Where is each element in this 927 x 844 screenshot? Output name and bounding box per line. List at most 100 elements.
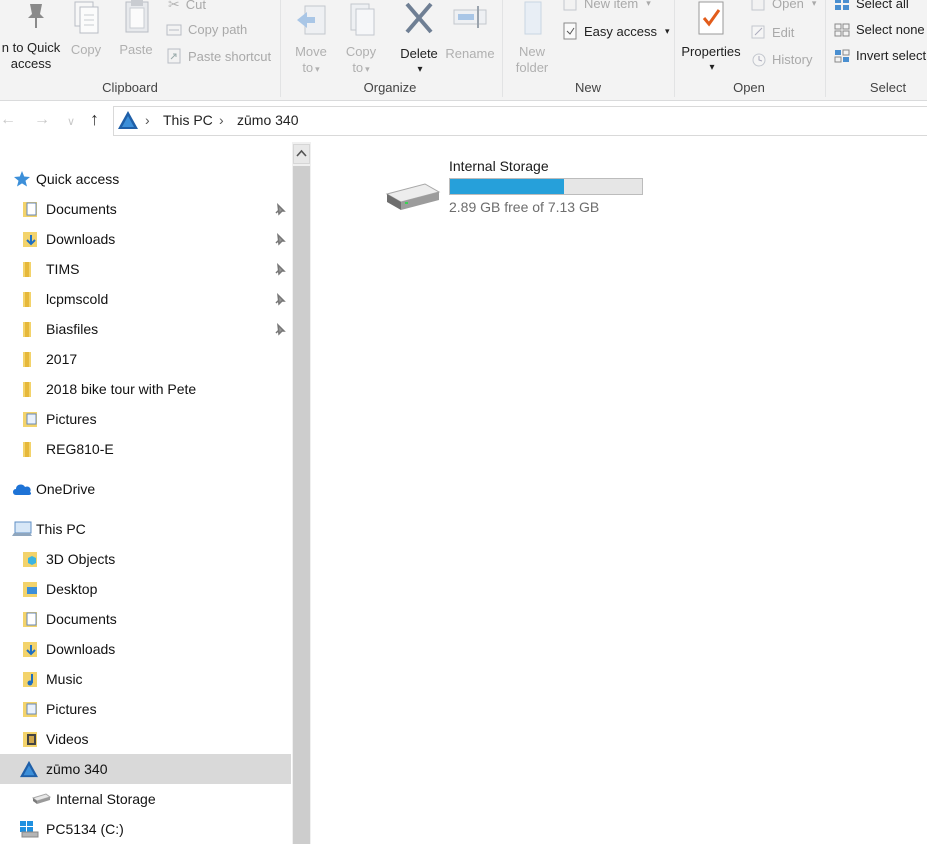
open-button[interactable]: Open ▾: [750, 0, 816, 11]
nav-label: Downloads: [46, 641, 116, 657]
pinned-icon[interactable]: [273, 262, 287, 276]
select-none-button[interactable]: Select none: [834, 22, 925, 37]
scroll-up-button[interactable]: [293, 144, 310, 164]
nav-videos[interactable]: Videos: [0, 724, 291, 754]
drive-tile-internal-storage[interactable]: Internal Storage 2.89 GB free of 7.13 GB: [383, 156, 683, 216]
pictures-folder-icon: [23, 412, 37, 427]
nav-music[interactable]: Music: [0, 664, 291, 694]
select-all-button[interactable]: Select all: [834, 0, 909, 11]
breadcrumb-device[interactable]: zūmo 340: [237, 112, 298, 128]
delete-button[interactable]: Delete ▾: [396, 0, 442, 78]
history-button[interactable]: History: [750, 51, 812, 67]
music-folder-icon: [23, 672, 37, 687]
nav-quick-lcpmscold[interactable]: lcpmscold: [0, 284, 291, 314]
new-item-icon: [563, 0, 577, 10]
copy-to-label-1: Copy: [345, 44, 377, 59]
navigation-pane: Quick access Documents Downloads TIMS lc…: [0, 142, 292, 844]
pin-label-1: n to Quick: [1, 40, 61, 55]
copy-path-button[interactable]: Copy path: [166, 22, 247, 37]
desktop-folder-icon: [23, 582, 37, 597]
nav-3d-objects[interactable]: 3D Objects: [0, 544, 291, 574]
nav-zumo-device[interactable]: zūmo 340: [0, 754, 291, 784]
copy-path-icon: [166, 24, 182, 35]
address-bar[interactable]: › This PC › zūmo 340: [113, 106, 927, 136]
clipboard-group-label: Clipboard: [102, 80, 158, 95]
nav-label: Downloads: [46, 231, 116, 247]
nav-label: lcpmscold: [46, 291, 109, 307]
nav-quick-2017[interactable]: 2017: [0, 344, 291, 374]
forward-arrow-icon[interactable]: →: [34, 111, 50, 129]
easy-access-button[interactable]: Easy access ▾: [562, 22, 670, 40]
nav-quick-access[interactable]: Quick access: [0, 164, 291, 194]
folder-icon: [23, 352, 31, 367]
open-group-label: Open: [733, 80, 765, 95]
recent-locations-chevron-icon[interactable]: ∨: [67, 115, 75, 128]
nav-documents[interactable]: Documents: [0, 604, 291, 634]
organize-group-label: Organize: [363, 80, 417, 95]
pinned-icon[interactable]: [273, 232, 287, 246]
copy-path-label: Copy path: [188, 22, 248, 37]
rename-button[interactable]: Rename: [444, 0, 496, 62]
nav-this-pc[interactable]: This PC: [0, 514, 291, 544]
up-arrow-icon[interactable]: ↑: [90, 109, 99, 130]
paste-button[interactable]: Paste: [116, 0, 156, 58]
breadcrumb-separator-icon[interactable]: ›: [219, 112, 224, 128]
new-folder-label-1: New: [518, 44, 545, 59]
copy-button[interactable]: Copy: [66, 0, 106, 58]
properties-label: Properties: [681, 44, 741, 59]
paste-shortcut-button[interactable]: Paste shortcut: [166, 48, 271, 64]
nav-label: 3D Objects: [46, 551, 116, 567]
breadcrumb-this-pc[interactable]: This PC: [163, 112, 213, 128]
nav-quick-biasfiles[interactable]: Biasfiles: [0, 314, 291, 344]
drive-name: Internal Storage: [449, 158, 549, 174]
copy-to-label-2: to: [352, 60, 364, 75]
pinned-icon[interactable]: [273, 292, 287, 306]
garmin-device-icon: [118, 111, 138, 129]
new-folder-icon: [524, 1, 542, 35]
invert-selection-icon: [834, 49, 850, 62]
invert-selection-button[interactable]: Invert selecti: [834, 48, 927, 63]
delete-label: Delete: [400, 46, 438, 61]
cut-button[interactable]: ✂ Cut: [168, 0, 206, 13]
nav-onedrive[interactable]: OneDrive: [0, 474, 291, 504]
nav-internal-storage[interactable]: Internal Storage: [0, 784, 291, 814]
documents-folder-icon: [23, 612, 37, 627]
dropdown-arrow-icon: ▾: [365, 64, 370, 74]
delete-x-icon: [405, 2, 433, 34]
nav-quick-documents[interactable]: Documents: [0, 194, 291, 224]
nav-label: 2017: [46, 351, 78, 367]
properties-button[interactable]: Properties ▾: [678, 0, 744, 76]
pinned-icon[interactable]: [273, 322, 287, 336]
nav-quick-reg810e[interactable]: REG810-E: [0, 434, 291, 464]
new-folder-button[interactable]: New folder: [510, 0, 554, 76]
scroll-thumb[interactable]: [293, 166, 310, 844]
new-item-button[interactable]: New item ▾: [562, 0, 651, 11]
breadcrumb-separator-icon[interactable]: ›: [145, 112, 150, 128]
nav-pictures[interactable]: Pictures: [0, 694, 291, 724]
pin-label-2: access: [10, 56, 52, 71]
edit-button[interactable]: Edit: [750, 24, 794, 40]
nav-quick-pictures[interactable]: Pictures: [0, 404, 291, 434]
nav-pane-scrollbar[interactable]: [292, 142, 311, 844]
pin-to-quick-access-button[interactable]: n to Quick access: [0, 0, 62, 72]
nav-quick-downloads[interactable]: Downloads: [0, 224, 291, 254]
nav-c-drive[interactable]: PC5134 (C:): [0, 814, 291, 844]
nav-label: Documents: [46, 611, 117, 627]
drive-usage-fill: [450, 179, 565, 194]
paste-label: Paste: [119, 42, 153, 57]
content-pane: Internal Storage 2.89 GB free of 7.13 GB: [311, 142, 927, 844]
nav-desktop[interactable]: Desktop: [0, 574, 291, 604]
nav-quick-tims[interactable]: TIMS: [0, 254, 291, 284]
pinned-icon[interactable]: [273, 202, 287, 216]
copy-to-button[interactable]: Copy to ▾: [340, 0, 382, 77]
history-icon: [752, 53, 766, 67]
documents-folder-icon: [23, 202, 37, 217]
dropdown-arrow-icon: ▾: [417, 64, 423, 75]
move-to-button[interactable]: Move to ▾: [290, 0, 332, 77]
nav-quick-bike-tour[interactable]: 2018 bike tour with Pete: [0, 374, 291, 404]
dropdown-arrow-icon: ▾: [315, 64, 320, 74]
back-arrow-icon[interactable]: ←: [0, 111, 16, 129]
nav-label: REG810-E: [46, 441, 114, 457]
nav-downloads[interactable]: Downloads: [0, 634, 291, 664]
nav-label: Desktop: [46, 581, 98, 597]
